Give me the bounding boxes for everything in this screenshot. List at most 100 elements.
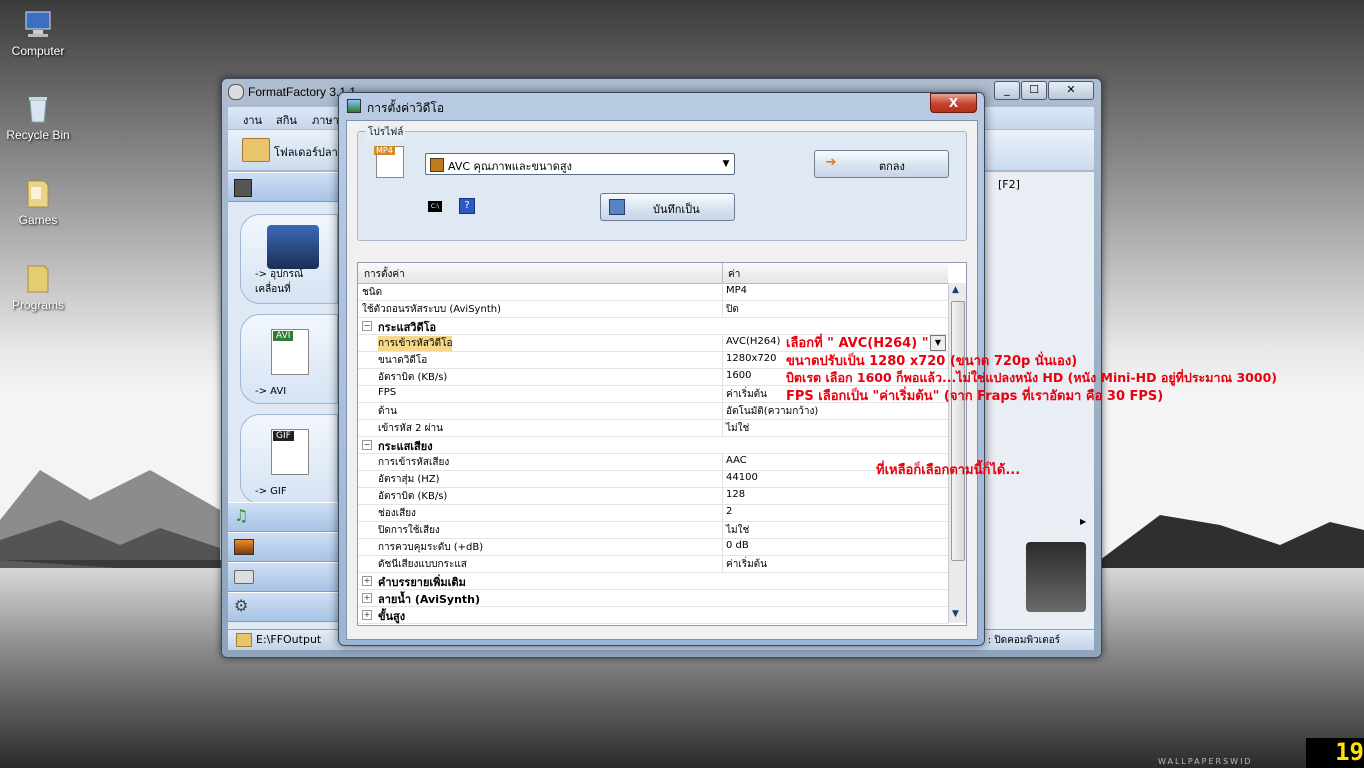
grid-group-row[interactable]: + ลายน้ำ (AviSynth) [358, 589, 948, 607]
menu-item-language[interactable]: ภาษา [312, 111, 339, 129]
desktop-icon-computer[interactable]: Computer [0, 8, 76, 58]
expand-icon[interactable]: + [362, 610, 372, 620]
grid-row-value[interactable]: AVC(H264) [726, 336, 780, 347]
grid-cell-divider [722, 300, 723, 317]
grid-row-value[interactable]: ค่าเริ่มต้น [726, 387, 767, 402]
grid-group-row[interactable]: + ขั้นสูง [358, 606, 948, 624]
menu-item-task[interactable]: งาน [243, 111, 262, 129]
category-audio[interactable]: ♫ [228, 502, 340, 532]
grid-cell-divider [722, 538, 723, 555]
chevron-down-icon[interactable]: ▼ [930, 335, 946, 351]
shutdown-option[interactable]: ม : ปิดคอมพิวเตอร์ [978, 633, 1060, 648]
grid-row[interactable]: ช่องเสียง 2 [358, 504, 948, 522]
grid-row-value[interactable]: 44100 [726, 472, 758, 483]
output-path[interactable]: E:\FFOutput [256, 633, 321, 646]
save-as-button[interactable]: บันทึกเป็น [600, 193, 735, 221]
scroll-right-arrow[interactable]: ▶ [1080, 517, 1086, 526]
expand-icon[interactable]: + [362, 576, 372, 586]
grid-group-row[interactable]: + คำบรรยายเพิ่มเติม [358, 572, 948, 590]
column-header-value: ค่า [728, 269, 741, 280]
grid-row-value[interactable]: ไม่ใช่ [726, 421, 749, 436]
scroll-thumb[interactable] [951, 301, 965, 561]
category-advanced[interactable]: ⚙ [228, 592, 340, 622]
chevron-down-icon[interactable]: ▼ [718, 154, 734, 174]
collapse-icon[interactable]: − [362, 321, 372, 331]
grid-row-value[interactable]: 1600 [726, 370, 751, 381]
grid-group-row[interactable]: − กระแสเสียง [358, 436, 948, 454]
grid-row-value[interactable]: 0 dB [726, 540, 749, 551]
desktop-icon-recycle-bin[interactable]: Recycle Bin [0, 92, 76, 142]
tile-avi[interactable]: AVI -> AVI [240, 314, 338, 404]
annotation-fps: FPS เลือกเป็น "ค่าเริ่มต้น" (จาก Fraps ท… [786, 389, 1164, 404]
grid-cell-divider [722, 419, 723, 436]
desktop-icon-games[interactable]: Games [0, 177, 76, 227]
grid-row-value[interactable]: ค่าเริ่มต้น [726, 557, 767, 572]
desktop-icon-label: Programs [11, 298, 64, 312]
scroll-down-arrow[interactable]: ▼ [952, 609, 959, 619]
grid-row-value[interactable]: ปิด [726, 302, 739, 317]
close-button[interactable]: ✕ [1048, 81, 1094, 100]
dialog-close-button[interactable]: X [930, 93, 977, 113]
grid-row-value[interactable]: ไม่ใช่ [726, 523, 749, 538]
tile-gif[interactable]: GIF -> GIF [240, 414, 338, 504]
grid-scrollbar[interactable]: ▲ ▼ [948, 283, 966, 623]
grid-cell-divider [722, 453, 723, 470]
grid-row-key: การเข้ารหัสเสียง [378, 457, 450, 468]
grid-row[interactable]: การควบคุมระดับ (+dB) 0 dB [358, 538, 948, 556]
grid-row-value[interactable]: อัตโนมัติ(ความกว้าง) [726, 404, 818, 419]
grid-row[interactable]: อัตราบิต (KB/s) 128 [358, 487, 948, 505]
mp4-badge: MP4 [374, 146, 395, 155]
tile-label: -> AVI [255, 386, 287, 397]
grid-row-key: FPS [378, 387, 397, 398]
app-icon [228, 84, 244, 100]
grid-row-value[interactable]: 2 [726, 506, 732, 517]
minimize-button[interactable]: _ [994, 81, 1020, 100]
column-divider [722, 263, 723, 283]
grid-row[interactable]: การเข้ารหัสเสียง AAC [358, 453, 948, 471]
category-picture[interactable] [228, 532, 340, 562]
devices-banner-icon [1026, 542, 1086, 612]
category-rom-device[interactable] [228, 562, 340, 592]
grid-cell-divider [722, 555, 723, 572]
output-folder-icon[interactable] [242, 138, 270, 162]
grid-row-value[interactable]: AAC [726, 455, 747, 466]
grid-row-key: ชนิด [362, 287, 383, 298]
column-header-setting: การตั้งค่า [364, 269, 405, 280]
desktop-icon-label: Games [18, 213, 58, 227]
scroll-up-arrow[interactable]: ▲ [952, 285, 959, 295]
film-icon [234, 179, 252, 197]
grid-row-value[interactable]: 128 [726, 489, 745, 500]
grid-row[interactable]: ปิดการใช้เสียง ไม่ใช่ [358, 521, 948, 539]
collapse-icon[interactable]: − [362, 440, 372, 450]
grid-row-key: ขนาดวิดีโอ [378, 355, 428, 366]
maximize-button[interactable]: ☐ [1021, 81, 1047, 100]
grid-row-key: อัตราบิต (KB/s) [378, 491, 448, 502]
grid-row[interactable]: อัตราสุ่ม (HZ) 44100 [358, 470, 948, 488]
mobile-device-icon [267, 225, 319, 269]
ok-button[interactable]: ➔ ตกลง [814, 150, 949, 178]
grid-row-value[interactable]: MP4 [726, 285, 747, 296]
help-icon[interactable]: ? [459, 198, 475, 214]
grid-row-key: ใช้ตัวถอนรหัสระบบ (AviSynth) [362, 304, 501, 315]
grid-row[interactable]: ใช้ตัวถอนรหัสระบบ (AviSynth) ปิด [358, 300, 948, 318]
grid-cell-divider [722, 283, 723, 300]
format-profile-select[interactable]: AVC คุณภาพและขนาดสูง ▼ [425, 153, 735, 175]
grid-row-value[interactable]: 1280x720 [726, 353, 776, 364]
category-video[interactable] [228, 172, 340, 202]
output-folder-button[interactable]: โฟลเดอร์ปลาย [274, 143, 344, 161]
command-line-icon[interactable]: C:\ [428, 201, 442, 212]
grid-row[interactable]: ดัชนีเสียงแบบกระแส ค่าเริ่มต้น [358, 555, 948, 573]
grid-cell-divider [722, 504, 723, 521]
drive-icon [234, 570, 254, 584]
expand-icon[interactable]: + [362, 593, 372, 603]
folder-icon [22, 262, 54, 294]
grid-row-key: ขั้นสูง [378, 610, 406, 623]
arrow-right-icon: ➔ [825, 155, 837, 170]
tile-mobile-device[interactable]: -> อุปกรณ์เคลื่อนที่ [240, 214, 338, 304]
desktop-icon-programs[interactable]: Programs [0, 262, 76, 312]
menu-item-skin[interactable]: สกิน [276, 111, 297, 129]
grid-row[interactable]: ชนิด MP4 [358, 283, 948, 301]
grid-row-key: การเข้ารหัสวิดีโอ [378, 336, 453, 351]
grid-cell-divider [722, 487, 723, 504]
grid-row[interactable]: เข้ารหัส 2 ผ่าน ไม่ใช่ [358, 419, 948, 437]
